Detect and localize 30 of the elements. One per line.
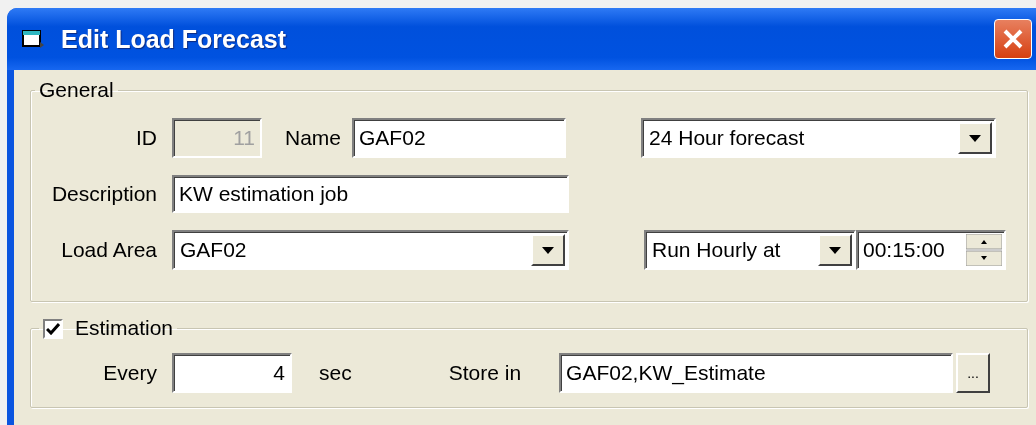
window-title: Edit Load Forecast [61, 24, 288, 54]
field-label: Name [285, 126, 342, 150]
dropdown[interactable]: 24 Hour forecast [641, 118, 997, 158]
caret-icon [829, 246, 841, 254]
spinner-icon[interactable] [966, 234, 1002, 266]
field-label: Store in [448, 361, 522, 385]
unit-label: sec [319, 361, 352, 385]
browse-button[interactable]: ... [956, 353, 991, 393]
dropdown[interactable]: Run Hourly at [644, 230, 856, 270]
checkbox[interactable] [43, 319, 63, 340]
close-button[interactable] [994, 19, 1032, 59]
field-label: Load Area [60, 238, 157, 262]
interval-field[interactable]: 4 [172, 353, 292, 393]
caret-icon [542, 246, 554, 254]
time-field[interactable]: 00:15:00 [856, 230, 1006, 270]
group-title: General [38, 78, 115, 102]
dropdown-arrow-button[interactable] [818, 234, 852, 266]
close-icon [1002, 28, 1024, 50]
window-icon [21, 28, 45, 50]
dropdown-arrow-button[interactable] [958, 122, 993, 154]
name-field[interactable]: GAF02 [352, 118, 567, 158]
dropdown-arrow-button[interactable] [531, 234, 565, 266]
checkbox-label: Estimation [75, 316, 174, 339]
field-label: Every [102, 361, 157, 385]
dropdown[interactable]: GAF02 [172, 230, 569, 270]
field-label: Description [50, 182, 157, 206]
caret-icon [969, 134, 982, 142]
description-field[interactable]: KW estimation job [172, 175, 569, 213]
field-label: ID [135, 126, 157, 150]
store-in-field[interactable]: GAF02,KW_Estimate [559, 353, 954, 393]
